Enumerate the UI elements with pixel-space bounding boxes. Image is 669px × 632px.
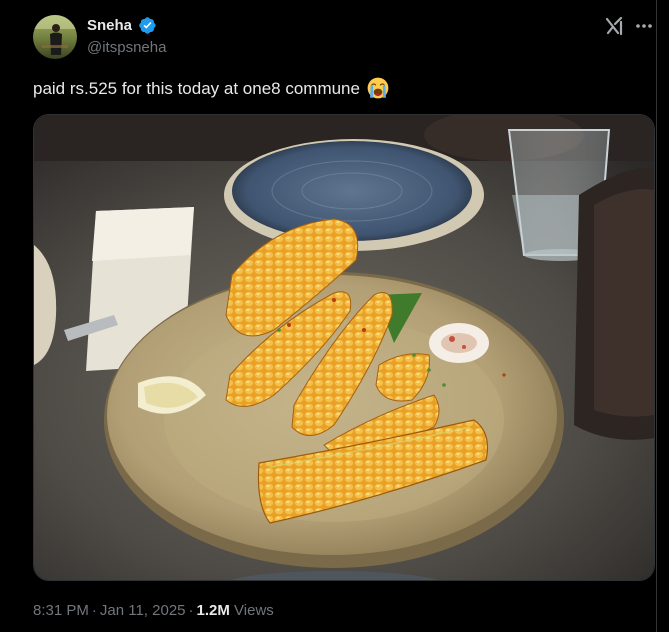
separator: ·: [91, 602, 97, 619]
separator: ·: [188, 602, 194, 619]
corn-dish-photo: [34, 115, 654, 580]
author-handle[interactable]: @itspsneha: [87, 39, 166, 56]
views-count: 1.2M: [196, 602, 230, 619]
avatar[interactable]: [33, 15, 77, 59]
tweet-time[interactable]: 8:31 PM: [33, 602, 89, 619]
tweet-text: paid rs.525 for this today at one8 commu…: [33, 77, 389, 99]
loudly-crying-face-icon: [367, 77, 389, 99]
author-display-name[interactable]: Sneha: [87, 17, 132, 34]
avatar-image: [33, 15, 77, 59]
tweet-meta: 8:31 PM · Jan 11, 2025 · 1.2M Views: [33, 602, 274, 619]
views-label: Views: [234, 602, 274, 619]
more-options-icon[interactable]: [633, 15, 655, 37]
grok-icon[interactable]: [604, 15, 626, 37]
tweet-post: Sneha @itspsneha paid rs.525 for this to…: [0, 0, 657, 632]
verified-badge-icon[interactable]: [138, 16, 157, 35]
tweet-date[interactable]: Jan 11, 2025: [100, 602, 186, 619]
tweet-media-photo[interactable]: [33, 114, 655, 581]
tweet-text-content: paid rs.525 for this today at one8 commu…: [33, 79, 360, 98]
